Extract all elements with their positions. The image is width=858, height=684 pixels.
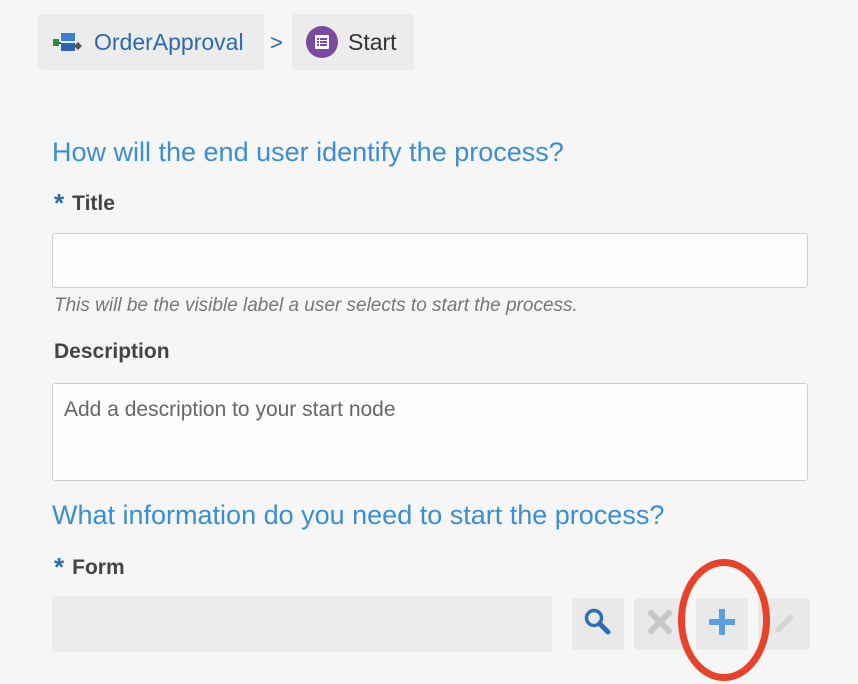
title-label-text: Title: [72, 192, 115, 215]
identify-heading: How will the end user identify the proce…: [52, 137, 564, 167]
required-marker: *: [54, 552, 65, 582]
required-marker: *: [54, 188, 65, 218]
edit-form-button[interactable]: [758, 598, 810, 650]
remove-form-button[interactable]: [634, 598, 686, 650]
form-label-text: Form: [72, 556, 125, 579]
title-label: * Title: [54, 186, 115, 218]
breadcrumb-start[interactable]: Start: [292, 14, 414, 70]
description-textarea[interactable]: [52, 383, 808, 481]
information-heading: What information do you need to start th…: [52, 500, 665, 530]
pencil-icon: [770, 608, 798, 641]
form-label: * Form: [54, 550, 125, 582]
title-input[interactable]: [52, 233, 808, 288]
search-form-button[interactable]: [572, 598, 624, 650]
breadcrumb-process-label: OrderApproval: [94, 28, 244, 55]
form-list-icon: [306, 26, 338, 58]
form-select[interactable]: [52, 596, 552, 652]
breadcrumb-process[interactable]: OrderApproval: [38, 14, 264, 70]
breadcrumb-start-label: Start: [348, 28, 397, 55]
description-label: Description: [54, 340, 170, 363]
close-icon: [647, 609, 673, 640]
plus-icon: [707, 607, 737, 642]
process-flow-icon: [52, 30, 84, 54]
search-icon: [583, 607, 613, 642]
add-form-button[interactable]: [696, 598, 748, 650]
breadcrumb-separator: >: [270, 30, 283, 55]
title-hint: This will be the visible label a user se…: [54, 295, 578, 316]
